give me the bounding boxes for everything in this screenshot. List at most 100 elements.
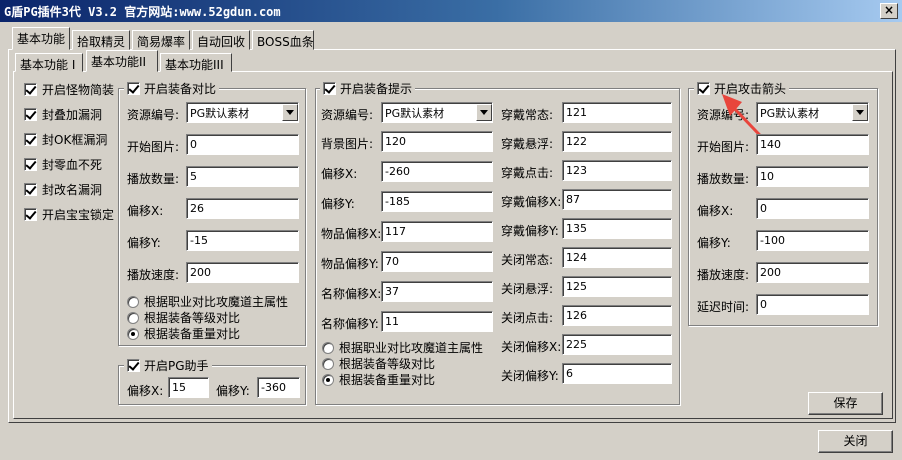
checkbox[interactable] [24,158,37,171]
compare-label: 偏移Y: [127,236,161,250]
save-button[interactable]: 保存 [808,392,883,415]
compare-res-label: 资源编号: [127,108,180,122]
radio-button[interactable] [127,295,139,308]
compare-radio[interactable]: 根据装备等级对比 [127,309,240,326]
tips-left-label: 物品偏移X: [321,227,382,241]
radio-label: 根据装备重量对比 [339,373,436,387]
arrow-field[interactable]: 0 [756,198,869,219]
pg-helper-x-field[interactable]: 15 [168,377,209,398]
arrow-label: 偏移X: [697,204,734,218]
pg-helper-legend[interactable]: 开启PG助手 [124,357,212,374]
arrow-field[interactable]: 200 [756,262,869,283]
compare-label: 播放数量: [127,172,180,186]
arrow-field[interactable]: 0 [756,294,869,315]
left-check-item[interactable]: 封叠加漏洞 [24,106,102,123]
left-check-item[interactable]: 开启宝宝锁定 [24,206,114,223]
compare-field[interactable]: -15 [186,230,299,251]
subtab-2[interactable]: 基本功能III [160,53,232,72]
tab-4[interactable]: BOSS血条 [252,30,314,50]
left-check-item[interactable]: 封改名漏洞 [24,181,102,198]
compare-field[interactable]: 200 [186,262,299,283]
tips-left-field[interactable]: 11 [381,311,493,332]
radio-label: 根据装备等级对比 [339,357,436,371]
pg-helper-title: 开启PG助手 [144,359,209,373]
tips-right-field[interactable]: 123 [562,160,672,181]
compare-radio[interactable]: 根据职业对比攻魔道主属性 [127,293,288,310]
check-label: 封OK框漏洞 [42,133,108,147]
tips-res-select[interactable]: PG默认素材 [381,102,493,123]
compare-field[interactable]: 5 [186,166,299,187]
tips-left-field[interactable]: 120 [381,131,493,152]
tab-3[interactable]: 自动回收 [192,30,250,50]
window-title: G盾PG插件3代 V3.2 官方网站:www.52gdun.com [4,5,281,19]
tips-right-field[interactable]: 126 [562,305,672,326]
subtab-1[interactable]: 基本功能II [86,50,158,72]
tips-left-field[interactable]: 117 [381,221,493,242]
arrow-field[interactable]: 10 [756,166,869,187]
compare-field[interactable]: 26 [186,198,299,219]
radio-button[interactable] [322,341,334,354]
tips-legend[interactable]: 开启装备提示 [320,80,416,97]
tips-right-label: 穿戴偏移Y: [501,224,559,238]
tips-right-field[interactable]: 122 [562,131,672,152]
tips-left-field[interactable]: 70 [381,251,493,272]
radio-label: 根据装备重量对比 [144,327,241,341]
radio-button[interactable] [127,327,139,340]
compare-field[interactable]: 0 [186,134,299,155]
tips-res-value: PG默认素材 [385,106,445,120]
check-label: 开启宝宝锁定 [42,208,115,222]
checkbox[interactable] [24,183,37,196]
subtab-0[interactable]: 基本功能 I [15,53,83,72]
tips-left-field[interactable]: -260 [381,161,493,182]
tips-left-label: 背景图片: [321,137,374,151]
checkbox[interactable] [24,108,37,121]
tips-left-field[interactable]: -185 [381,191,493,212]
compare-checkbox[interactable] [127,82,140,95]
checkbox[interactable] [24,83,37,96]
compare-legend[interactable]: 开启装备对比 [124,80,220,97]
pg-helper-y-field[interactable]: -360 [257,377,300,398]
check-label: 开启怪物简装 [42,83,115,97]
tips-radio[interactable]: 根据装备重量对比 [322,371,435,388]
tips-left-field[interactable]: 37 [381,281,493,302]
compare-res-select[interactable]: PG默认素材 [186,102,299,123]
radio-button[interactable] [127,311,139,324]
tab-1[interactable]: 拾取精灵 [72,30,130,50]
radio-button[interactable] [322,373,334,386]
tips-checkbox[interactable] [323,82,336,95]
tips-right-field[interactable]: 225 [562,334,672,355]
arrow-checkbox[interactable] [697,82,710,95]
arrow-label: 偏移Y: [697,236,731,250]
window-close-button[interactable]: × [880,3,898,19]
arrow-field[interactable]: 140 [756,134,869,155]
tips-right-field[interactable]: 6 [562,363,672,384]
checkbox[interactable] [24,133,37,146]
radio-label: 根据装备等级对比 [144,311,241,325]
checkbox[interactable] [24,208,37,221]
tips-radio[interactable]: 根据职业对比攻魔道主属性 [322,339,483,356]
chevron-down-icon[interactable] [282,104,298,121]
pg-helper-checkbox[interactable] [127,359,140,372]
arrow-field[interactable]: -100 [756,230,869,251]
tips-right-field[interactable]: 135 [562,218,672,239]
chevron-down-icon[interactable] [476,104,492,121]
tips-right-field[interactable]: 124 [562,247,672,268]
close-button[interactable]: 关闭 [818,430,893,453]
chevron-down-icon[interactable] [852,104,868,121]
tips-right-label: 穿戴偏移X: [501,195,562,209]
tips-right-field[interactable]: 125 [562,276,672,297]
tips-radio[interactable]: 根据装备等级对比 [322,355,435,372]
arrow-label: 延迟时间: [697,300,750,314]
tab-2[interactable]: 简易爆率 [132,30,190,50]
tab-0[interactable]: 基本功能 [12,27,70,50]
compare-radio[interactable]: 根据装备重量对比 [127,325,240,342]
left-check-item[interactable]: 开启怪物简装 [24,81,114,98]
radio-button[interactable] [322,357,334,370]
tips-right-field[interactable]: 121 [562,102,672,123]
pg-helper-y-label: 偏移Y: [216,384,250,398]
left-check-item[interactable]: 封零血不死 [24,156,102,173]
tips-right-field[interactable]: 87 [562,189,672,210]
tips-right-label: 关闭悬浮: [501,282,554,296]
left-check-item[interactable]: 封OK框漏洞 [24,131,107,148]
tips-right-label: 穿戴悬浮: [501,137,554,151]
